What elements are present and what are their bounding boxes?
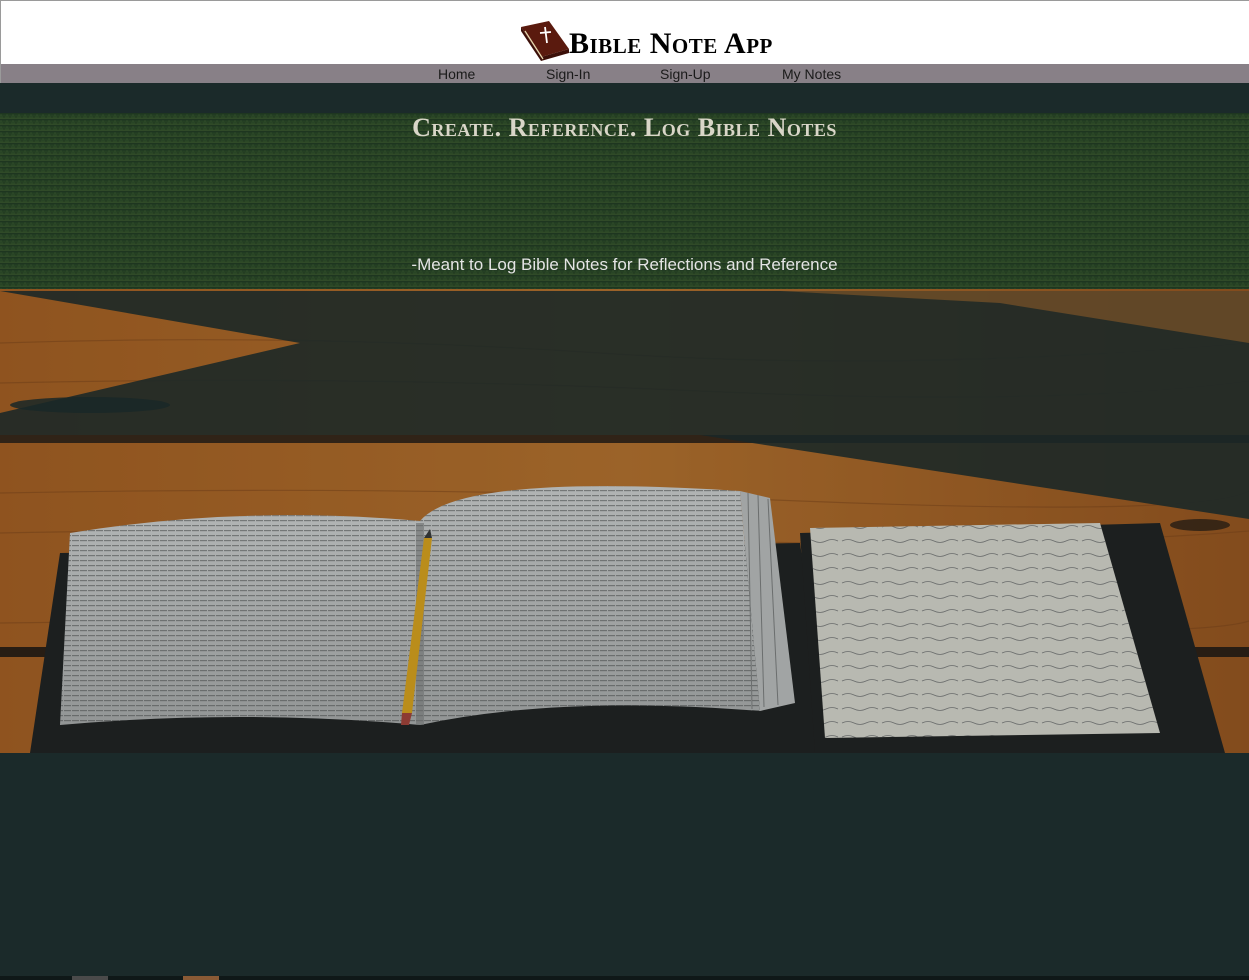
bottom-tab-indicator <box>72 976 108 980</box>
nav-sign-in[interactable]: Sign-In <box>546 64 590 83</box>
brand[interactable]: Bible Note App <box>519 19 773 63</box>
nav-home[interactable]: Home <box>438 64 475 83</box>
site-header: Bible Note App <box>0 0 1249 64</box>
top-spacer <box>0 83 1249 113</box>
nav-my-notes[interactable]: My Notes <box>782 64 841 83</box>
bottom-tab-indicator <box>183 976 219 980</box>
hero-overlay <box>0 113 1249 753</box>
page-footer-area <box>0 753 1249 980</box>
hero-heading: Create. Reference. Log Bible Notes <box>412 113 837 142</box>
hero-subtitle: -Meant to Log Bible Notes for Reflection… <box>411 255 838 274</box>
hero-section: Create. Reference. Log Bible Notes -Mean… <box>0 113 1249 753</box>
nav-sign-up[interactable]: Sign-Up <box>660 64 711 83</box>
bible-book-icon <box>521 21 569 61</box>
app-title: Bible Note App <box>569 27 773 60</box>
main-nav: Home Sign-In Sign-Up My Notes <box>0 64 1249 83</box>
